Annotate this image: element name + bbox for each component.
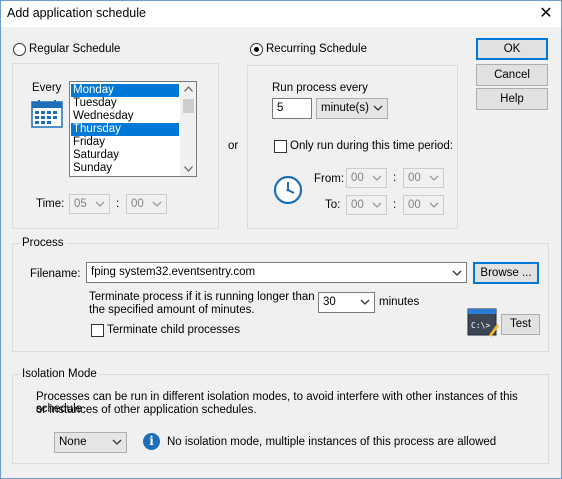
day-item-monday[interactable]: Monday — [71, 84, 179, 97]
process-group-label: Process — [20, 237, 66, 249]
calendar-icon — [31, 100, 63, 128]
from-separator: : — [393, 172, 397, 184]
isolation-info-text: No isolation mode, multiple instances of… — [167, 436, 497, 448]
from-hour-dropdown[interactable]: 00 — [346, 168, 387, 188]
isolation-mode-value: None — [59, 436, 87, 448]
every-label: Every — [32, 82, 62, 94]
hour-dropdown[interactable]: 05 — [69, 194, 110, 214]
chevron-down-icon[interactable] — [452, 268, 462, 278]
clock-icon — [273, 175, 303, 205]
interval-value: 5 — [277, 102, 284, 114]
regular-schedule-radio[interactable] — [13, 43, 26, 56]
interval-unit-value: minute(s) — [321, 102, 369, 114]
days-listbox[interactable]: Monday Tuesday Wednesday Thursday Friday… — [69, 81, 197, 177]
day-item-wednesday[interactable]: Wednesday — [71, 110, 179, 123]
window-title: Add application schedule — [7, 6, 146, 20]
scroll-thumb[interactable] — [183, 99, 194, 113]
chevron-down-icon — [373, 105, 383, 111]
day-item-saturday[interactable]: Saturday — [71, 149, 179, 162]
svg-text:C:\>: C:\> — [471, 321, 490, 330]
recurring-schedule-label[interactable]: Recurring Schedule — [266, 43, 367, 55]
time-label: Time: — [36, 198, 65, 210]
to-minute-value: 00 — [408, 199, 421, 211]
to-minute-dropdown[interactable]: 00 — [403, 195, 444, 215]
ok-button[interactable]: OK — [476, 38, 548, 60]
interval-unit-dropdown[interactable]: minute(s) — [316, 98, 388, 119]
scroll-down-icon[interactable] — [184, 166, 193, 172]
help-button[interactable]: Help — [476, 88, 548, 110]
isolation-mode-dropdown[interactable]: None — [54, 432, 127, 453]
recurring-schedule-radio[interactable] — [250, 43, 263, 56]
run-every-label: Run process every — [272, 82, 368, 94]
cancel-button[interactable]: Cancel — [476, 64, 548, 86]
day-item-sunday[interactable]: Sunday — [71, 162, 179, 175]
isolation-description-line2: or instances of other application schedu… — [36, 404, 257, 416]
filename-label: Filename: — [30, 268, 81, 280]
only-during-label[interactable]: Only run during this time period: — [290, 140, 453, 152]
title-bar: Add application schedule ✕ — [1, 1, 561, 27]
or-label: or — [228, 140, 239, 152]
day-item-friday[interactable]: Friday — [71, 136, 179, 149]
terminate-minutes-value: 30 — [323, 296, 336, 308]
day-item-tuesday[interactable]: Tuesday — [71, 97, 179, 110]
terminate-text-line1: Terminate process if it is running longe… — [89, 291, 315, 303]
minute-dropdown[interactable]: 00 — [126, 194, 167, 214]
filename-value: fping system32.eventsentry.com — [91, 266, 256, 278]
scroll-up-icon[interactable] — [184, 86, 193, 92]
days-scrollbar[interactable] — [180, 82, 196, 176]
from-label: From: — [314, 173, 345, 185]
terminate-children-label[interactable]: Terminate child processes — [107, 324, 240, 336]
chevron-down-icon — [360, 299, 370, 305]
terminate-children-checkbox[interactable] — [91, 324, 104, 337]
hour-value: 05 — [74, 198, 87, 210]
day-item-thursday[interactable]: Thursday — [71, 123, 179, 136]
from-minute-value: 00 — [408, 172, 421, 184]
from-minute-dropdown[interactable]: 00 — [403, 168, 444, 188]
chevron-down-icon — [429, 175, 439, 181]
chevron-down-icon — [152, 201, 162, 207]
terminate-minutes-dropdown[interactable]: 30 — [318, 292, 375, 313]
browse-button[interactable]: Browse ... — [473, 262, 539, 284]
regular-schedule-label[interactable]: Regular Schedule — [29, 43, 120, 55]
chevron-down-icon — [429, 202, 439, 208]
to-label: To: — [325, 199, 341, 211]
info-icon: i — [143, 433, 160, 450]
filename-combobox[interactable]: fping system32.eventsentry.com — [86, 262, 467, 283]
minutes-label: minutes — [379, 296, 420, 308]
to-hour-dropdown[interactable]: 00 — [346, 195, 387, 215]
chevron-down-icon — [372, 202, 382, 208]
chevron-down-icon — [112, 439, 122, 445]
isolation-group-label: Isolation Mode — [20, 368, 99, 380]
to-hour-value: 00 — [351, 199, 364, 211]
chevron-down-icon — [372, 175, 382, 181]
interval-input[interactable]: 5 — [272, 98, 312, 119]
time-separator: : — [116, 198, 120, 210]
terminate-text-line2: the specified amount of minutes. — [89, 304, 255, 316]
minute-value: 00 — [131, 198, 144, 210]
from-hour-value: 00 — [351, 172, 364, 184]
chevron-down-icon — [95, 201, 105, 207]
close-icon[interactable]: ✕ — [536, 4, 556, 24]
test-button[interactable]: Test — [501, 314, 540, 335]
to-separator: : — [393, 199, 397, 211]
console-icon: C:\> — [467, 308, 499, 337]
only-during-checkbox[interactable] — [274, 140, 287, 153]
